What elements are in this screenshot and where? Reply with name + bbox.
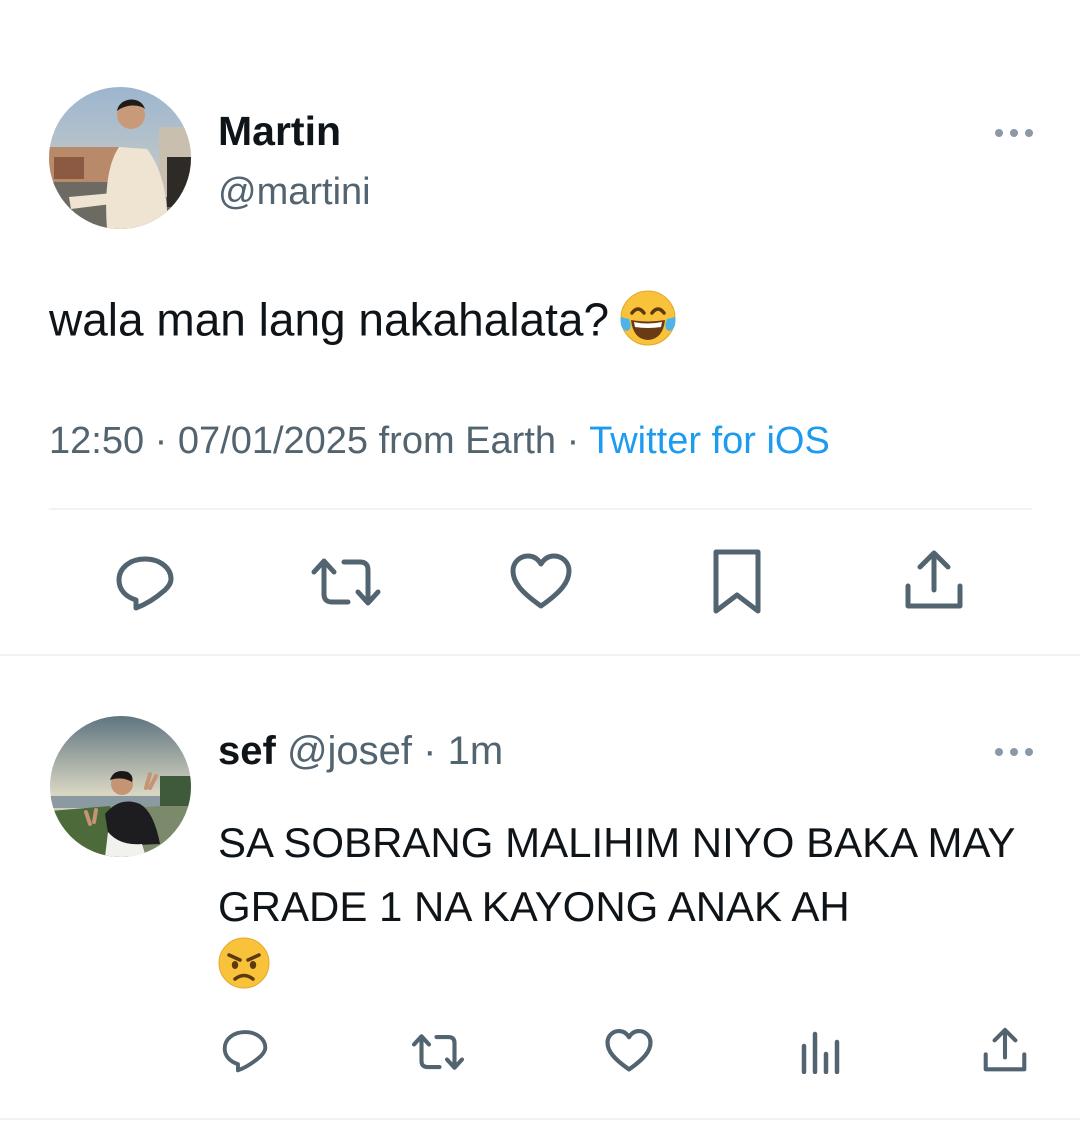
main-tweet: Martin @martini wala man lang nakahalata… xyxy=(0,0,1080,656)
retweet-icon xyxy=(411,1034,465,1070)
reply-author-name[interactable]: sef xyxy=(218,729,276,773)
reply-views-button[interactable] xyxy=(798,1026,844,1074)
tweet-text: wala man lang nakahalata? xyxy=(49,287,679,360)
divider xyxy=(49,508,1032,510)
share-icon xyxy=(905,550,963,609)
face-with-tears-of-joy-icon xyxy=(617,287,679,360)
tweet-body: wala man lang nakahalata? xyxy=(49,293,610,346)
reply-retweet-button[interactable] xyxy=(410,1028,466,1076)
reply-author-handle[interactable]: @josef xyxy=(287,729,412,773)
reply-like-button[interactable] xyxy=(604,1028,654,1074)
tweet-meta: 12:50 · 07/01/2025 from Earth · Twitter … xyxy=(49,420,830,463)
more-options-icon[interactable] xyxy=(995,126,1039,140)
divider xyxy=(0,1118,1080,1120)
reply-avatar[interactable] xyxy=(50,716,191,857)
like-button[interactable] xyxy=(509,552,573,612)
reply-separator: · xyxy=(423,729,437,773)
tweet-location: from Earth xyxy=(378,420,557,462)
bookmark-button[interactable] xyxy=(710,548,764,616)
views-icon xyxy=(801,1031,840,1074)
reply-time[interactable]: 1m xyxy=(448,729,504,773)
share-button[interactable] xyxy=(903,548,965,612)
reply-icon xyxy=(222,1030,268,1073)
reply-icon xyxy=(116,556,174,611)
like-icon xyxy=(605,1028,653,1072)
retweet-button[interactable] xyxy=(310,550,382,614)
bookmark-icon xyxy=(713,549,761,614)
reply-text: SA SOBRANG MALIHIM NIYO BAKA MAY GRADE 1… xyxy=(218,819,1015,930)
tweet-source[interactable]: Twitter for iOS xyxy=(589,420,830,462)
more-options-icon[interactable] xyxy=(995,745,1039,759)
author-avatar[interactable] xyxy=(49,87,191,229)
share-icon xyxy=(983,1027,1027,1072)
reply-button[interactable] xyxy=(113,550,177,614)
author-name[interactable]: Martin xyxy=(218,108,341,155)
meta-separator: · xyxy=(154,420,168,462)
tweet-time[interactable]: 12:50 xyxy=(49,420,144,462)
like-icon xyxy=(510,553,572,609)
reply-reply-button[interactable] xyxy=(220,1025,270,1075)
reply-header: sef @josef · 1m xyxy=(218,729,503,774)
retweet-icon xyxy=(311,558,381,606)
tweet-date[interactable]: 07/01/2025 xyxy=(178,420,368,462)
reply-share-button[interactable] xyxy=(982,1025,1028,1075)
angry-face-icon xyxy=(216,935,272,996)
meta-separator: · xyxy=(566,420,580,462)
author-handle[interactable]: @martini xyxy=(218,171,371,214)
